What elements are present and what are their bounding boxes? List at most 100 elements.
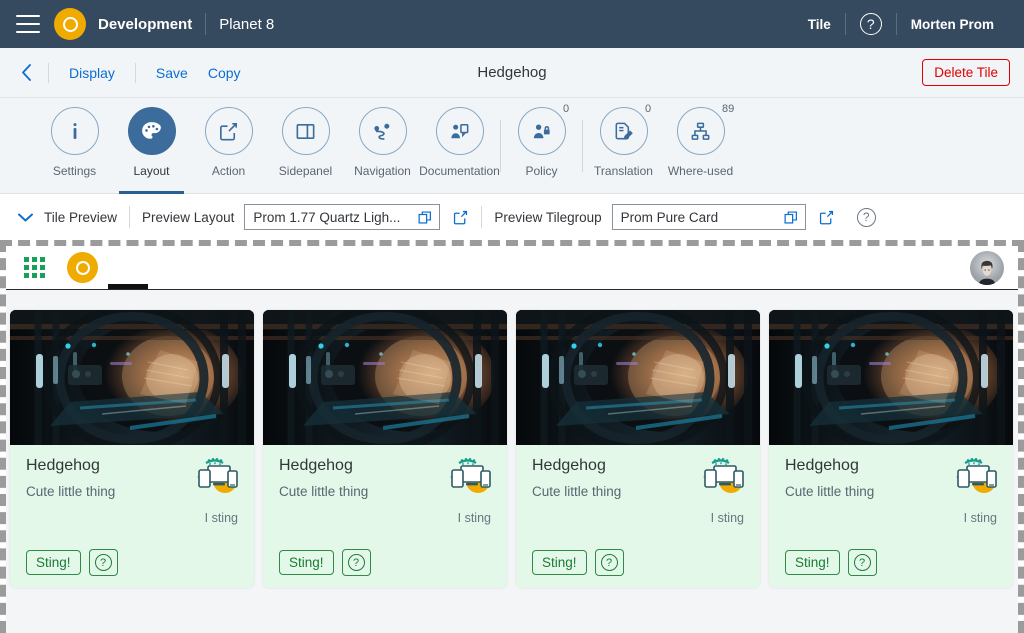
tab-label: Settings xyxy=(52,164,97,178)
cards-row: Hedgehog Cute little thing I sting Sting… xyxy=(10,310,1018,588)
person-lock-icon xyxy=(517,107,566,155)
card-action-button[interactable]: Sting! xyxy=(279,550,334,575)
app-grid-icon[interactable] xyxy=(24,257,45,278)
card-actions: Sting! ? xyxy=(532,549,624,576)
doc-pencil-icon xyxy=(599,107,648,155)
brand-logo-icon[interactable] xyxy=(54,8,86,40)
value-help-icon[interactable] xyxy=(418,210,433,225)
tab-sidepanel[interactable]: Sidepanel xyxy=(267,98,344,194)
tab-label: Action xyxy=(211,164,246,178)
card-body: Hedgehog Cute little thing I sting Sting… xyxy=(769,445,1013,588)
tab-label: Sidepanel xyxy=(278,164,333,178)
preview-layout-label: Preview Layout xyxy=(142,209,235,225)
policy-badge: 0 xyxy=(563,103,570,115)
tab-policy[interactable]: 0 Policy xyxy=(503,98,580,194)
devices-illustration-icon xyxy=(445,455,493,499)
header-divider-2 xyxy=(844,13,846,35)
tab-label: Where-used xyxy=(667,164,734,178)
tab-label: Layout xyxy=(133,164,170,178)
open-tilegroup-external-icon[interactable] xyxy=(818,209,835,226)
help-icon[interactable]: ? xyxy=(88,549,118,576)
cards-area: Hedgehog Cute little thing I sting Sting… xyxy=(6,290,1018,633)
card-note: I sting xyxy=(710,511,744,525)
preview-layout-input[interactable]: Prom 1.77 Quartz Ligh... xyxy=(244,204,441,230)
copy-button[interactable]: Copy xyxy=(198,65,251,81)
tab-where-used[interactable]: 89 Where-used xyxy=(662,98,739,194)
tile-preview-label: Tile Preview xyxy=(44,209,118,225)
help-icon[interactable]: ? xyxy=(847,549,877,576)
help-icon[interactable]: ? xyxy=(856,207,876,227)
tile-preview-canvas: Hedgehog Cute little thing I sting Sting… xyxy=(0,240,1024,633)
tab-settings[interactable]: Settings xyxy=(36,98,113,194)
tab-label: Navigation xyxy=(354,164,411,178)
card-media-image xyxy=(516,310,760,445)
devices-illustration-icon xyxy=(698,455,746,499)
devices-illustration-icon xyxy=(951,455,999,499)
card-note: I sting xyxy=(204,511,238,525)
user-name[interactable]: Morten Prom xyxy=(897,17,1008,32)
tile-card[interactable]: Hedgehog Cute little thing I sting Sting… xyxy=(769,310,1013,588)
help-icon[interactable]: ? xyxy=(341,549,371,576)
header-divider xyxy=(205,13,207,35)
tile-card[interactable]: Hedgehog Cute little thing I sting Sting… xyxy=(516,310,760,588)
preview-toolbar: Tile Preview Preview Layout Prom 1.77 Qu… xyxy=(0,194,1024,240)
shell-tile-item[interactable]: Tile xyxy=(794,17,845,32)
share-action-icon xyxy=(204,107,253,155)
save-button[interactable]: Save xyxy=(146,65,198,81)
card-action-button[interactable]: Sting! xyxy=(532,550,587,575)
card-note: I sting xyxy=(457,511,491,525)
icon-tab-bar: Settings Layout Action Sidepanel Navigat… xyxy=(0,98,1024,194)
user-avatar[interactable] xyxy=(970,250,1004,285)
back-chevron-icon[interactable] xyxy=(14,64,38,81)
tab-layout[interactable]: Layout xyxy=(113,98,190,194)
card-actions: Sting! ? xyxy=(279,549,371,576)
value-help-icon[interactable] xyxy=(784,210,799,225)
tab-separator-1 xyxy=(500,119,501,172)
title-bar: Hedgehog Display Save Copy Delete Tile xyxy=(0,48,1024,98)
preview-shell-bar xyxy=(6,246,1018,290)
tab-separator-2 xyxy=(582,119,583,172)
tab-action[interactable]: Action xyxy=(190,98,267,194)
titlebar-divider-1 xyxy=(48,62,49,83)
titlebar-divider-2 xyxy=(134,62,136,83)
shell-header: Development Planet 8 Tile ? Morten Prom xyxy=(0,0,1024,48)
preview-divider-2 xyxy=(481,206,483,228)
display-button[interactable]: Display xyxy=(59,65,125,81)
tab-documentation[interactable]: Documentation xyxy=(419,98,500,194)
brand-logo-icon[interactable] xyxy=(67,252,98,283)
card-body: Hedgehog Cute little thing I sting Sting… xyxy=(10,445,254,588)
route-pin-icon xyxy=(358,107,407,155)
card-note: I sting xyxy=(963,511,997,525)
tile-card[interactable]: Hedgehog Cute little thing I sting Sting… xyxy=(263,310,507,588)
shell-subtitle: Planet 8 xyxy=(219,15,275,33)
help-icon[interactable]: ? xyxy=(859,13,882,35)
translation-badge: 0 xyxy=(645,103,652,115)
preview-tilegroup-label: Preview Tilegroup xyxy=(494,209,602,225)
card-actions: Sting! ? xyxy=(26,549,118,576)
open-layout-external-icon[interactable] xyxy=(452,209,469,226)
sidepanel-icon xyxy=(281,107,330,155)
card-action-button[interactable]: Sting! xyxy=(26,550,81,575)
where-used-badge: 89 xyxy=(722,103,735,115)
preview-tilegroup-input[interactable]: Prom Pure Card xyxy=(611,204,806,230)
card-action-button[interactable]: Sting! xyxy=(785,550,840,575)
help-icon[interactable]: ? xyxy=(594,549,624,576)
delete-tile-button[interactable]: Delete Tile xyxy=(922,59,1010,86)
shell-title: Development xyxy=(98,15,193,33)
tab-label: Policy xyxy=(525,164,558,178)
preview-layout-value: Prom 1.77 Quartz Ligh... xyxy=(253,209,401,225)
active-tab-indicator xyxy=(108,284,148,289)
card-media-image xyxy=(263,310,507,445)
card-media-image xyxy=(769,310,1013,445)
card-actions: Sting! ? xyxy=(785,549,877,576)
chevron-down-icon[interactable] xyxy=(14,209,36,226)
tile-card[interactable]: Hedgehog Cute little thing I sting Sting… xyxy=(10,310,254,588)
card-body: Hedgehog Cute little thing I sting Sting… xyxy=(263,445,507,588)
card-body: Hedgehog Cute little thing I sting Sting… xyxy=(516,445,760,588)
person-doc-icon xyxy=(435,107,484,155)
tab-translation[interactable]: 0 Translation xyxy=(585,98,662,194)
hierarchy-icon xyxy=(676,107,725,155)
hamburger-icon[interactable] xyxy=(16,15,40,33)
tab-navigation[interactable]: Navigation xyxy=(344,98,421,194)
devices-illustration-icon xyxy=(192,455,240,499)
